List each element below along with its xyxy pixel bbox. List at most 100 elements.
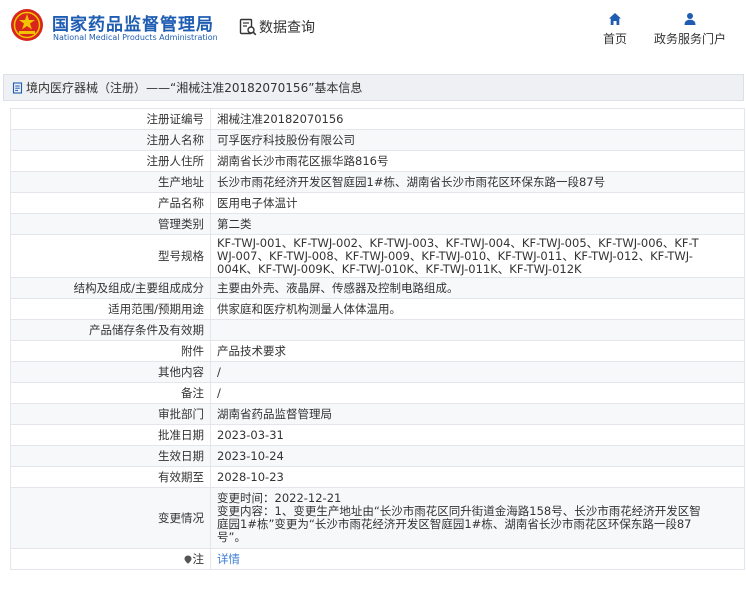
row-value-line: 长沙市雨花经济开发区智庭园1#栋、湖南省长沙市雨花区环保东路一段87号 bbox=[217, 175, 606, 189]
row-label: 变更情况 bbox=[10, 487, 211, 549]
row-value-line: 号”。 bbox=[217, 531, 246, 544]
row-value-line: 2023-10-24 bbox=[217, 449, 284, 463]
row-value-line: 2028-10-23 bbox=[217, 470, 284, 484]
table-row: 有效期至 2028-10-23 bbox=[10, 466, 745, 488]
row-value-line: 湖南省药品监督管理局 bbox=[217, 407, 332, 421]
row-label-text: 审批部门 bbox=[158, 406, 204, 421]
row-value: 2023-03-31 bbox=[210, 424, 745, 446]
table-row: 批准日期 2023-03-31 bbox=[10, 424, 745, 446]
row-value: 2023-10-24 bbox=[210, 445, 745, 467]
row-label: 附件 bbox=[10, 340, 211, 362]
row-label-text: 产品名称 bbox=[158, 195, 204, 210]
row-label: 结构及组成/主要组成成分 bbox=[10, 277, 211, 299]
table-row: 备注 / bbox=[10, 382, 745, 404]
home-icon bbox=[609, 13, 621, 25]
row-label-text: 生效日期 bbox=[158, 448, 204, 463]
nav-home[interactable]: 首页 bbox=[599, 12, 631, 47]
row-label-text: 注 bbox=[192, 551, 205, 566]
table-row: 注册证编号 湘械注准20182070156 bbox=[10, 108, 745, 130]
row-label-text: 适用范围/预期用途 bbox=[108, 301, 204, 316]
row-value: 湖南省药品监督管理局 bbox=[210, 403, 745, 425]
row-value: KF-TWJ-001、KF-TWJ-002、KF-TWJ-003、KF-TWJ-… bbox=[210, 234, 745, 278]
row-value-line: 供家庭和医疗机构测量人体体温用。 bbox=[217, 302, 401, 316]
row-value bbox=[210, 319, 745, 341]
table-row: 注册人住所 湖南省长沙市雨花区振华路816号 bbox=[10, 150, 745, 172]
row-label: 型号规格 bbox=[10, 234, 211, 278]
table-row: 生产地址 长沙市雨花经济开发区智庭园1#栋、湖南省长沙市雨花区环保东路一段87号 bbox=[10, 171, 745, 193]
row-label: 备注 bbox=[10, 382, 211, 404]
row-label-text: 备注 bbox=[181, 385, 204, 400]
table-row: 审批部门 湖南省药品监督管理局 bbox=[10, 403, 745, 425]
row-value: 详情 bbox=[210, 548, 745, 570]
row-value: 可孚医疗科技股份有限公司 bbox=[210, 129, 745, 151]
row-value: 变更时间：2022-12-21 变更内容：1、变更生产地址由“长沙市雨花区同升街道… bbox=[210, 487, 745, 549]
detail-table: 注册证编号 湘械注准20182070156 注册人名称 可孚医疗科技股份有限公司 注册人… bbox=[10, 108, 745, 570]
row-value: 2028-10-23 bbox=[210, 466, 745, 488]
row-label-text: 变更情况 bbox=[158, 510, 204, 525]
row-label: 其他内容 bbox=[10, 361, 211, 383]
row-label: 注册人住所 bbox=[10, 150, 211, 172]
brand-title: 国家药品监督管理局 bbox=[52, 15, 214, 35]
row-label-text: 附件 bbox=[181, 343, 204, 358]
table-row: 型号规格 KF-TWJ-001、KF-TWJ-002、KF-TWJ-003、KF-… bbox=[10, 234, 745, 278]
row-value-line: 004K、KF-TWJ-009K、KF-TWJ-010K、KF-TWJ-011K… bbox=[217, 262, 582, 276]
row-label-text: 管理类别 bbox=[158, 216, 204, 231]
brand-subtitle: National Medical Products Administration bbox=[53, 33, 218, 42]
table-row: 适用范围/预期用途 供家庭和医疗机构测量人体体温用。 bbox=[10, 298, 745, 320]
row-label-text: 批准日期 bbox=[158, 427, 204, 442]
row-label: 适用范围/预期用途 bbox=[10, 298, 211, 320]
row-value-line: / bbox=[217, 386, 221, 400]
row-value-line: 医用电子体温计 bbox=[217, 196, 298, 210]
row-label: 注册人名称 bbox=[10, 129, 211, 151]
table-row: 生效日期 2023-10-24 bbox=[10, 445, 745, 467]
details-link[interactable]: 详情 bbox=[217, 553, 740, 566]
table-row: 注详情 bbox=[10, 548, 745, 570]
breadcrumb-text: 境内医疗器械（注册）——“湘械注准20182070156”基本信息 bbox=[26, 81, 363, 95]
row-value: 医用电子体温计 bbox=[210, 192, 745, 214]
table-row: 变更情况 变更时间：2022-12-21 变更内容：1、变更生产地址由“长沙市雨花区… bbox=[10, 487, 745, 549]
row-label-text: 注册证编号 bbox=[146, 111, 205, 126]
row-value: 湖南省长沙市雨花区振华路816号 bbox=[210, 150, 745, 172]
emblem-logo-icon bbox=[11, 9, 43, 41]
row-value-line: 可孚医疗科技股份有限公司 bbox=[217, 133, 355, 147]
row-value-line: KF-TWJ-001、KF-TWJ-002、KF-TWJ-003、KF-TWJ-… bbox=[217, 236, 699, 250]
nav-home-label: 首页 bbox=[602, 32, 627, 46]
row-label: 产品名称 bbox=[10, 192, 211, 214]
data-query-link[interactable]: 数据查询 bbox=[239, 17, 315, 37]
row-value: 长沙市雨花经济开发区智庭园1#栋、湖南省长沙市雨花区环保东路一段87号 bbox=[210, 171, 745, 193]
table-row: 注册人名称 可孚医疗科技股份有限公司 bbox=[10, 129, 745, 151]
row-value-line: 第二类 bbox=[217, 217, 252, 231]
row-value: / bbox=[210, 382, 745, 404]
row-label-text: 注册人住所 bbox=[146, 153, 205, 168]
table-row: 产品储存条件及有效期 bbox=[10, 319, 745, 341]
table-row: 结构及组成/主要组成成分 主要由外壳、液晶屏、传感器及控制电路组成。 bbox=[10, 277, 745, 299]
row-label-text: 生产地址 bbox=[158, 174, 204, 189]
row-value: 第二类 bbox=[210, 213, 745, 235]
row-value-line: 2023-03-31 bbox=[217, 428, 284, 442]
document-search-icon bbox=[239, 18, 257, 36]
table-row: 附件 产品技术要求 bbox=[10, 340, 745, 362]
row-value: 产品技术要求 bbox=[210, 340, 745, 362]
row-label-text: 其他内容 bbox=[158, 364, 204, 379]
row-value: 主要由外壳、液晶屏、传感器及控制电路组成。 bbox=[210, 277, 745, 299]
row-value-line: / bbox=[217, 365, 221, 379]
row-value-line: WJ-007、KF-TWJ-008、KF-TWJ-009、KF-TWJ-010、… bbox=[217, 249, 693, 263]
table-row: 管理类别 第二类 bbox=[10, 213, 745, 235]
row-label: 生效日期 bbox=[10, 445, 211, 467]
row-label-text: 注册人名称 bbox=[146, 132, 205, 147]
row-value-line: 主要由外壳、液晶屏、传感器及控制电路组成。 bbox=[217, 281, 459, 295]
row-value-line: 庭园1#栋”变更为“长沙市雨花经济开发区智庭园1#栋、湖南省长沙市雨花区环保东路… bbox=[217, 518, 692, 531]
row-value-line: 产品技术要求 bbox=[217, 344, 286, 358]
user-icon bbox=[684, 13, 696, 25]
document-icon bbox=[12, 81, 23, 94]
row-value-line: 变更时间：2022-12-21 bbox=[217, 492, 342, 505]
row-label: 产品储存条件及有效期 bbox=[10, 319, 211, 341]
row-value: 湘械注准20182070156 bbox=[210, 108, 745, 130]
pin-icon bbox=[184, 555, 191, 564]
row-label-text: 型号规格 bbox=[158, 248, 204, 263]
row-label-text: 结构及组成/主要组成成分 bbox=[73, 280, 204, 295]
table-row: 产品名称 医用电子体温计 bbox=[10, 192, 745, 214]
row-label: 审批部门 bbox=[10, 403, 211, 425]
nav-service-portal[interactable]: 政务服务门户 bbox=[651, 12, 729, 47]
row-value-line: 变更内容：1、变更生产地址由“长沙市雨花区同升街道金海路158号、长沙市雨花经济… bbox=[217, 505, 701, 518]
